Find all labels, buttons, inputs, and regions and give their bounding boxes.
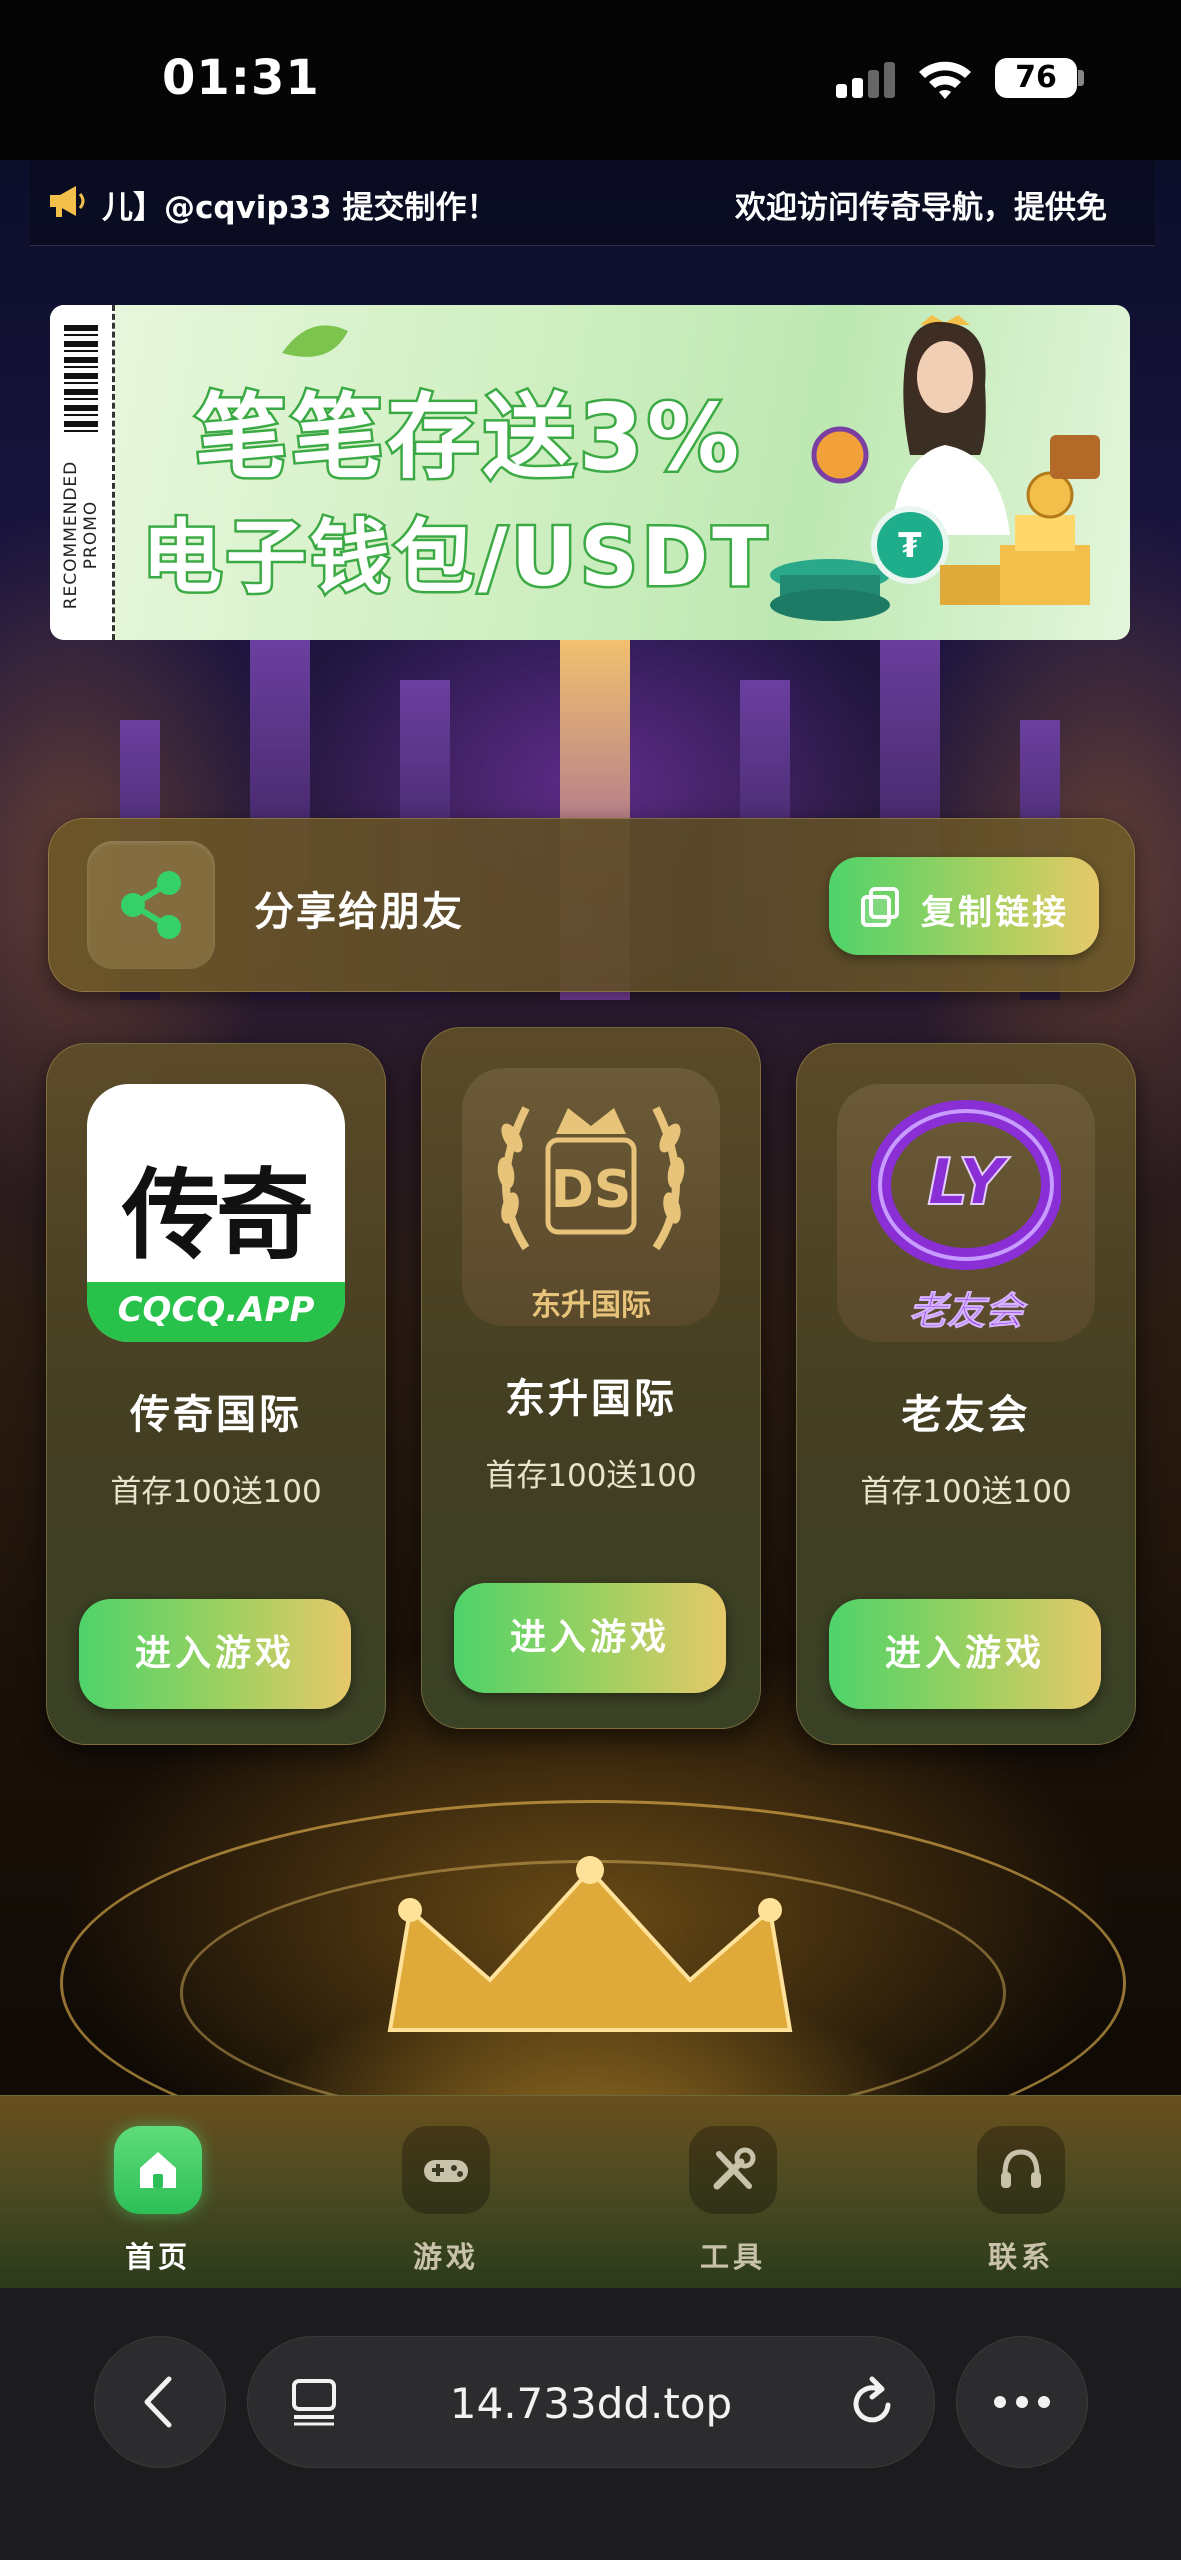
nav-label: 首页: [124, 2240, 191, 2274]
gamepad-icon: [424, 2160, 468, 2182]
game-card-laoyouhui: LY 老友会 老友会 首存100送100 进入游戏: [796, 1043, 1136, 1745]
nav-item-home[interactable]: 首页: [94, 2126, 214, 2276]
reload-icon[interactable]: [848, 2375, 898, 2429]
share-icon-container[interactable]: [87, 841, 215, 969]
chuanqi-logo-text: 传奇: [121, 1159, 314, 1273]
share-bar: 分享给朋友 复制链接: [48, 818, 1135, 992]
promo-banner[interactable]: RECOMMENDED PROMO 笔笔存送3% 电子钱包/USDT ₮: [50, 305, 1130, 640]
battery-indicator: 76: [995, 58, 1077, 98]
leaf-icon: [282, 325, 348, 357]
copy-icon: [861, 887, 899, 927]
nav-item-games[interactable]: 游戏: [382, 2126, 502, 2276]
chevron-left-icon: [144, 2376, 172, 2428]
barcode-icon: [64, 325, 98, 435]
headset-icon: [1001, 2149, 1041, 2188]
copy-link-label: 复制链接: [921, 893, 1069, 933]
crown-floor-decoration: [387, 1856, 793, 2032]
megaphone-icon: [50, 186, 85, 217]
card-promo-text: 首存100送100: [485, 1458, 697, 1494]
dongsheng-logo: DS 东升国际: [462, 1068, 720, 1326]
card-promo-text: 首存100送100: [110, 1474, 322, 1510]
cellular-signal-icon: [836, 62, 896, 98]
url-text: 14.733dd.top: [449, 2379, 733, 2428]
nav-label: 联系: [987, 2240, 1054, 2274]
status-bar: 01:31 76: [0, 0, 1181, 160]
copy-link-button[interactable]: 复制链接: [829, 857, 1099, 955]
home-icon: [140, 2152, 176, 2188]
enter-game-button[interactable]: 进入游戏: [454, 1583, 726, 1693]
game-card-chuanqi: 传奇 CQCQ.APP 传奇国际 首存100送100 进入游戏: [46, 1043, 386, 1745]
dongsheng-logo-mark: DS: [550, 1160, 632, 1220]
gold-coins-image: ₮: [770, 426, 1100, 621]
game-card-dongsheng: DS 东升国际 东升国际 首存100送100 进入游戏: [421, 1027, 761, 1729]
marquee-text-right: 欢迎访问传奇导航，提供免: [735, 190, 1107, 226]
promo-ticket-stub: RECOMMENDED PROMO: [50, 305, 115, 640]
enter-game-button[interactable]: 进入游戏: [829, 1599, 1101, 1709]
announcement-marquee: 儿】@cqvip33 提交制作！ 欢迎访问传奇导航，提供免: [30, 160, 1155, 246]
nav-item-tools[interactable]: 工具: [669, 2126, 789, 2276]
card-name: 传奇国际: [130, 1392, 302, 1438]
laoyouhui-logo-mark: LY: [926, 1145, 1005, 1221]
tools-icon: [713, 2147, 756, 2190]
battery-tip: [1078, 70, 1084, 86]
bottom-navigation: 首页 游戏 工具 联系: [0, 2095, 1181, 2289]
more-menu-button[interactable]: [956, 2336, 1088, 2468]
browser-toolbar: 14.733dd.top: [0, 2288, 1181, 2560]
card-promo-text: 首存100送100: [860, 1474, 1072, 1510]
promo-subheadline: 电子钱包/USDT: [140, 509, 771, 607]
nav-item-contact[interactable]: 联系: [957, 2126, 1077, 2276]
share-icon: [121, 871, 181, 939]
share-label: 分享给朋友: [254, 889, 464, 935]
card-name: 东升国际: [505, 1376, 677, 1422]
nav-label: 工具: [699, 2240, 766, 2274]
card-name: 老友会: [901, 1392, 1031, 1438]
address-bar[interactable]: 14.733dd.top: [247, 2336, 935, 2468]
back-button[interactable]: [94, 2336, 226, 2468]
wifi-icon: [919, 61, 971, 99]
marquee-text-left: 儿】@cqvip33 提交制作！: [102, 190, 498, 226]
laoyouhui-logo-name: 老友会: [908, 1289, 1023, 1334]
svg-text:₮: ₮: [898, 526, 922, 566]
dongsheng-logo-name: 东升国际: [531, 1288, 651, 1323]
nav-label: 游戏: [412, 2240, 479, 2274]
status-time: 01:31: [162, 50, 320, 106]
more-dots-icon: [994, 2396, 1050, 2408]
chuanqi-logo: 传奇 CQCQ.APP: [87, 1084, 345, 1342]
promo-stub-label: RECOMMENDED PROMO: [61, 460, 101, 610]
chuanqi-logo-url: CQCQ.APP: [117, 1290, 315, 1330]
enter-game-button[interactable]: 进入游戏: [79, 1599, 351, 1709]
laoyouhui-logo: LY 老友会: [837, 1084, 1095, 1342]
promo-headline: 笔笔存送3%: [192, 382, 744, 494]
